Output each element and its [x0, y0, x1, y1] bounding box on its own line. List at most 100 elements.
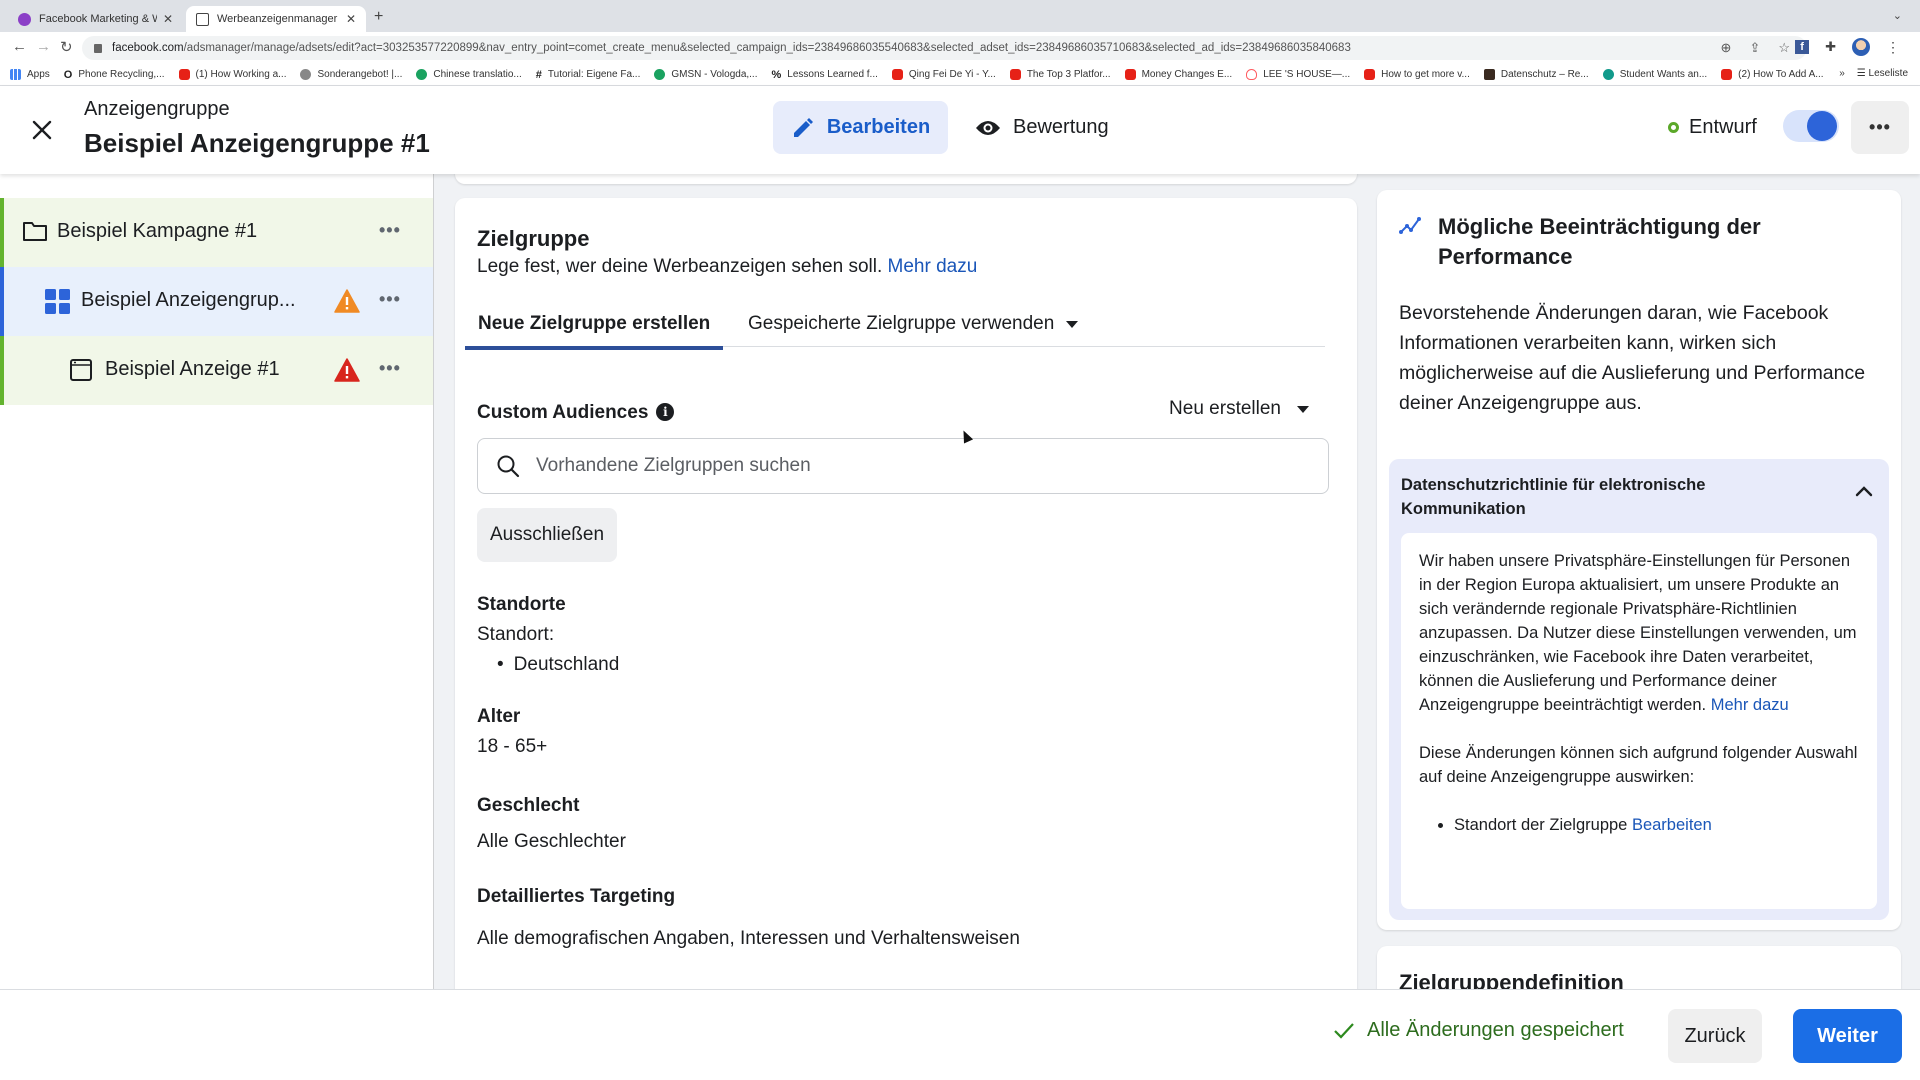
audience-search-input[interactable] [536, 455, 1296, 477]
accordion-title[interactable]: Datenschutzrichtlinie für elektronische … [1401, 473, 1821, 521]
tree-item-label: Beispiel Anzeigengrup... [81, 289, 296, 311]
tab-favicon-icon [196, 12, 209, 26]
adset-toggle[interactable] [1783, 110, 1839, 142]
close-button[interactable] [26, 114, 58, 146]
tree-item-more-button[interactable]: ••• [379, 289, 401, 310]
back-button[interactable]: Zurück [1668, 1009, 1762, 1063]
tab-new-audience[interactable]: Neue Zielgruppe erstellen [465, 301, 724, 350]
airbnb-icon [1246, 69, 1258, 80]
gender-title: Geschlecht [477, 795, 580, 816]
back-arrow-icon[interactable]: ← [12, 38, 27, 55]
footer-bar: Alle Änderungen gespeichert Zurück Weite… [0, 989, 1920, 1080]
bookmark-item[interactable]: Student Wants an... [1602, 69, 1707, 80]
review-mode-button[interactable]: Bewertung [975, 101, 1109, 154]
tree-item-more-button[interactable]: ••• [379, 358, 401, 379]
tree-item-label: Beispiel Kampagne #1 [57, 220, 258, 242]
location-label: Standort: [477, 624, 555, 645]
custom-audiences-label: Custom Audiences i [477, 402, 675, 424]
browser-menu-icon[interactable]: ⋮ [1886, 39, 1900, 56]
bookmark-item[interactable]: # Tutorial: Eigene Fa... [536, 69, 641, 81]
tree-item-adset[interactable]: Beispiel Anzeigengrup... ••• [0, 267, 433, 336]
tree-item-more-button[interactable]: ••• [379, 220, 401, 241]
lock-icon [94, 43, 102, 53]
bookmark-item[interactable]: Apps [10, 69, 50, 80]
o2-icon: O [63, 69, 73, 81]
bookmark-item[interactable]: How to get more v... [1364, 69, 1470, 80]
accordion-paragraph: Wir haben unsere Privatsphäre-Einstellun… [1419, 549, 1859, 717]
create-new-dropdown[interactable]: Neu erstellen [1169, 398, 1309, 420]
new-tab-button[interactable]: + [374, 8, 383, 26]
tab-favicon-icon [18, 12, 31, 26]
detailed-targeting-value: Alle demografischen Angaben, Interessen … [477, 928, 1020, 949]
page-title: Beispiel Anzeigengruppe #1 [84, 128, 430, 158]
caret-down-icon [1297, 405, 1309, 413]
bookmark-label: Lessons Learned f... [787, 69, 878, 80]
browser-tab-active[interactable]: Werbeanzeigenmanager - Wer ✕ [186, 6, 366, 32]
gender-value: Alle Geschlechter [477, 831, 626, 852]
bookmark-item[interactable]: LEE 'S HOUSE—... [1246, 69, 1350, 80]
bookmark-item[interactable]: Sonderangebot! |... [300, 69, 402, 80]
reading-list-button[interactable]: ☰ Leseliste [1857, 68, 1908, 79]
youtube-icon [178, 69, 190, 80]
tab-title: Facebook Marketing & Werbea [39, 13, 157, 25]
more-bookmarks-button[interactable]: » [1839, 68, 1845, 79]
tree-item-ad[interactable]: Beispiel Anzeige #1 ••• [0, 336, 433, 405]
share-icon[interactable]: ⇪ [1749, 40, 1760, 56]
bookmark-label: Chinese translatio... [433, 69, 522, 80]
bookmark-item[interactable]: % Lessons Learned f... [771, 69, 878, 81]
url-path: /adsmanager/manage/adsets/edit?act=30325… [183, 42, 1351, 54]
age-title: Alter [477, 706, 521, 727]
tab-search-chevron-icon[interactable]: ⌄ [1893, 9, 1902, 22]
accordion-learn-more-link[interactable]: Mehr dazu [1711, 696, 1789, 714]
performance-warning-card: Mögliche Beeinträchtigung der Performanc… [1377, 190, 1901, 930]
address-bar: ← → ↻ facebook.com/adsmanager/manage/ads… [0, 32, 1920, 64]
bookmark-item[interactable]: The Top 3 Platfor... [1009, 69, 1111, 80]
extensions-puzzle-icon[interactable]: ✚ [1825, 39, 1836, 55]
exclude-button[interactable]: Ausschließen [477, 508, 617, 562]
learn-more-link[interactable]: Mehr dazu [888, 256, 978, 277]
info-icon[interactable]: i [656, 403, 675, 421]
performance-warning-body: Bevorstehende Änderungen daran, wie Face… [1399, 302, 1866, 414]
star-icon[interactable]: ☆ [1778, 40, 1790, 56]
next-button[interactable]: Weiter [1793, 1009, 1902, 1063]
browser-tab[interactable]: Facebook Marketing & Werbea ✕ [8, 6, 183, 32]
tab-saved-audience[interactable]: Gespeicherte Zielgruppe verwenden [748, 301, 1079, 347]
profile-avatar[interactable] [1852, 38, 1870, 56]
accordion-text: Wir haben unsere Privatsphäre-Einstellun… [1419, 552, 1857, 714]
zoom-icon[interactable]: ⊕ [1721, 40, 1732, 56]
bookmark-item[interactable]: Chinese translatio... [416, 69, 522, 80]
bookmark-item[interactable]: (1) How Working a... [178, 69, 286, 80]
bookmark-item[interactable]: Datenschutz – Re... [1483, 69, 1589, 80]
edit-location-link[interactable]: Bearbeiten [1632, 816, 1712, 834]
bookmark-label: Qing Fei De Yi - Y... [908, 69, 996, 80]
more-options-button[interactable]: ••• [1851, 101, 1909, 154]
close-tab-icon[interactable]: ✕ [346, 12, 356, 26]
facebook-extension-icon[interactable]: f [1795, 40, 1810, 54]
bookmark-item[interactable]: GMSN - Vologda,... [654, 69, 758, 80]
bookmark-item[interactable]: O Phone Recycling,... [63, 69, 165, 81]
accordion-body: Wir haben unsere Privatsphäre-Einstellun… [1401, 533, 1877, 909]
bookmark-item[interactable]: (2) How To Add A... [1721, 69, 1824, 80]
affected-item: Standort der Zielgruppe Bearbeiten [1454, 813, 1859, 837]
reading-list-icon: ☰ [1856, 68, 1869, 79]
trend-chart-icon [1399, 217, 1421, 234]
grid-icon [45, 289, 70, 314]
apps-grid-icon [10, 69, 21, 80]
forward-arrow-icon[interactable]: → [36, 38, 51, 55]
close-tab-icon[interactable]: ✕ [163, 12, 173, 26]
percent-icon: % [771, 69, 782, 81]
chevron-up-icon[interactable] [1855, 485, 1873, 497]
bookmark-item[interactable]: Qing Fei De Yi - Y... [891, 69, 996, 80]
reload-icon[interactable]: ↻ [60, 38, 73, 56]
previous-card-edge [455, 174, 1357, 184]
edit-mode-button[interactable]: Bearbeiten [773, 101, 948, 154]
audience-search-field[interactable] [477, 438, 1329, 494]
url-field[interactable]: facebook.com/adsmanager/manage/adsets/ed… [82, 36, 1807, 60]
age-value: 18 - 65+ [477, 736, 548, 757]
tab-title: Werbeanzeigenmanager - Wer [217, 13, 340, 25]
bookmark-label: Datenschutz – Re... [1500, 69, 1589, 80]
reading-list-label: Leseliste [1868, 68, 1908, 79]
audience-description: Lege fest, wer deine Werbeanzeigen sehen… [477, 256, 977, 278]
bookmark-item[interactable]: Money Changes E... [1124, 69, 1232, 80]
tree-item-campaign[interactable]: Beispiel Kampagne #1 ••• [0, 198, 433, 267]
